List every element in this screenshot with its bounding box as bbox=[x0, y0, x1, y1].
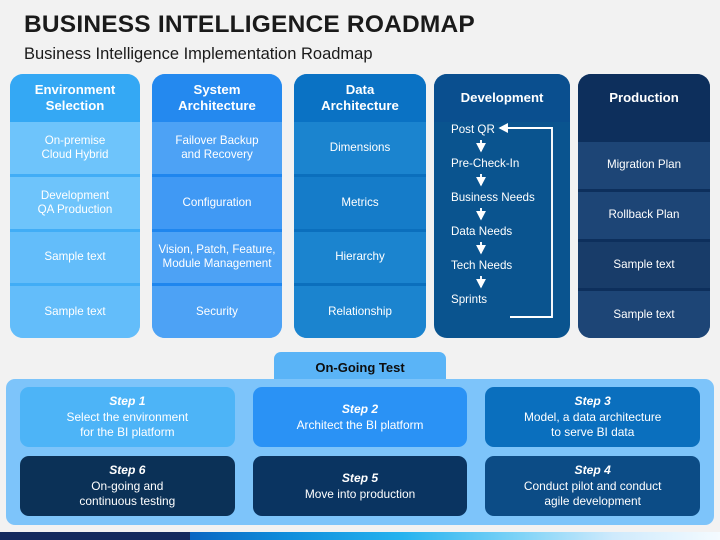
step-3-label: Step 3 bbox=[574, 394, 611, 409]
step-5-desc: Move into production bbox=[304, 486, 416, 501]
cell-data-4[interactable]: Relationship bbox=[294, 283, 426, 338]
column-environment-selection[interactable]: Environment Selection On-premise Cloud H… bbox=[10, 74, 140, 338]
cell-system-3[interactable]: Vision, Patch, Feature, Module Managemen… bbox=[152, 228, 282, 284]
page-title: BUSINESS INTELLIGENCE ROADMAP bbox=[24, 11, 475, 38]
footer-dark-segment bbox=[0, 532, 190, 540]
step-1-label: Step 1 bbox=[109, 394, 146, 409]
flow-node-post-qr[interactable]: Post QR bbox=[434, 124, 570, 136]
slide-canvas: BUSINESS INTELLIGENCE ROADMAP Business I… bbox=[0, 0, 720, 540]
flow-node-sprints[interactable]: Sprints bbox=[434, 294, 570, 306]
column-data-architecture[interactable]: Data Architecture Dimensions Metrics Hie… bbox=[294, 74, 426, 338]
step-card-5[interactable]: Step 5 Move into production bbox=[252, 456, 468, 516]
cell-data-2[interactable]: Metrics bbox=[294, 173, 426, 229]
column-development[interactable]: Development Post QR Pre-Check-In Busines… bbox=[434, 74, 570, 338]
cell-production-4[interactable]: Sample text bbox=[578, 288, 710, 338]
step-card-3[interactable]: Step 3 Model, a data architecture to ser… bbox=[485, 387, 701, 447]
step-5-label: Step 5 bbox=[341, 470, 379, 485]
column-cells-production: Migration Plan Rollback Plan Sample text… bbox=[578, 122, 710, 338]
step-4-desc: Conduct pilot and conduct agile developm… bbox=[523, 479, 662, 508]
step-4-label: Step 4 bbox=[574, 463, 611, 478]
column-header-production: Production bbox=[578, 74, 710, 122]
footer-gradient-segment bbox=[190, 532, 720, 540]
flow-node-business-needs[interactable]: Business Needs bbox=[434, 192, 570, 204]
cell-production-1[interactable]: Migration Plan bbox=[578, 122, 710, 189]
step-6-desc: On-going and continuous testing bbox=[79, 479, 176, 508]
cell-environment-2[interactable]: Development QA Production bbox=[10, 173, 140, 229]
steps-panel: Step 1 Select the environment for the BI… bbox=[6, 379, 714, 525]
roadmap-columns: Environment Selection On-premise Cloud H… bbox=[10, 74, 710, 338]
step-card-6[interactable]: Step 6 On-going and continuous testing bbox=[20, 456, 235, 516]
steps-row-top: Step 1 Select the environment for the BI… bbox=[20, 387, 701, 447]
cell-production-3[interactable]: Sample text bbox=[578, 238, 710, 289]
step-card-4[interactable]: Step 4 Conduct pilot and conduct agile d… bbox=[485, 456, 701, 516]
flow-node-tech-needs[interactable]: Tech Needs bbox=[434, 260, 570, 272]
cell-system-4[interactable]: Security bbox=[152, 283, 282, 338]
cell-data-1[interactable]: Dimensions bbox=[294, 122, 426, 174]
title-block: BUSINESS INTELLIGENCE ROADMAP Business I… bbox=[24, 11, 684, 65]
flow-node-data-needs[interactable]: Data Needs bbox=[434, 226, 570, 238]
cell-environment-1[interactable]: On-premise Cloud Hybrid bbox=[10, 122, 140, 174]
step-1-desc: Select the environment for the BI platfo… bbox=[66, 410, 189, 439]
column-cells-data-architecture: Dimensions Metrics Hierarchy Relationshi… bbox=[294, 122, 426, 338]
cell-data-3[interactable]: Hierarchy bbox=[294, 228, 426, 284]
cell-system-1[interactable]: Failover Backup and Recovery bbox=[152, 122, 282, 174]
flow-node-pre-check-in[interactable]: Pre-Check-In bbox=[434, 158, 570, 170]
ongoing-test-tab[interactable]: On-Going Test bbox=[274, 352, 446, 382]
column-system-architecture[interactable]: System Architecture Failover Backup and … bbox=[152, 74, 282, 338]
step-6-label: Step 6 bbox=[109, 463, 146, 478]
column-header-data-architecture: Data Architecture bbox=[294, 74, 426, 122]
column-cells-system-architecture: Failover Backup and Recovery Configurati… bbox=[152, 122, 282, 338]
step-card-1[interactable]: Step 1 Select the environment for the BI… bbox=[20, 387, 235, 447]
cell-environment-4[interactable]: Sample text bbox=[10, 283, 140, 338]
column-header-system-architecture: System Architecture bbox=[152, 74, 282, 122]
step-2-label: Step 2 bbox=[341, 401, 379, 416]
column-header-development: Development bbox=[434, 74, 570, 122]
cell-environment-3[interactable]: Sample text bbox=[10, 228, 140, 284]
step-3-desc: Model, a data architecture to serve BI d… bbox=[523, 410, 662, 439]
footer-accent-strip bbox=[0, 532, 720, 540]
column-production[interactable]: Production Migration Plan Rollback Plan … bbox=[578, 74, 710, 338]
cell-production-2[interactable]: Rollback Plan bbox=[578, 188, 710, 239]
column-cells-environment-selection: On-premise Cloud Hybrid Development QA P… bbox=[10, 122, 140, 338]
steps-row-bottom: Step 6 On-going and continuous testing S… bbox=[20, 456, 701, 516]
step-2-desc: Architect the BI platform bbox=[296, 417, 424, 432]
step-card-2[interactable]: Step 2 Architect the BI platform bbox=[252, 387, 468, 447]
cell-system-2[interactable]: Configuration bbox=[152, 173, 282, 229]
development-flow: Post QR Pre-Check-In Business Needs Data… bbox=[434, 122, 570, 338]
page-subtitle: Business Intelligence Implementation Roa… bbox=[24, 44, 373, 63]
column-header-environment-selection: Environment Selection bbox=[10, 74, 140, 122]
